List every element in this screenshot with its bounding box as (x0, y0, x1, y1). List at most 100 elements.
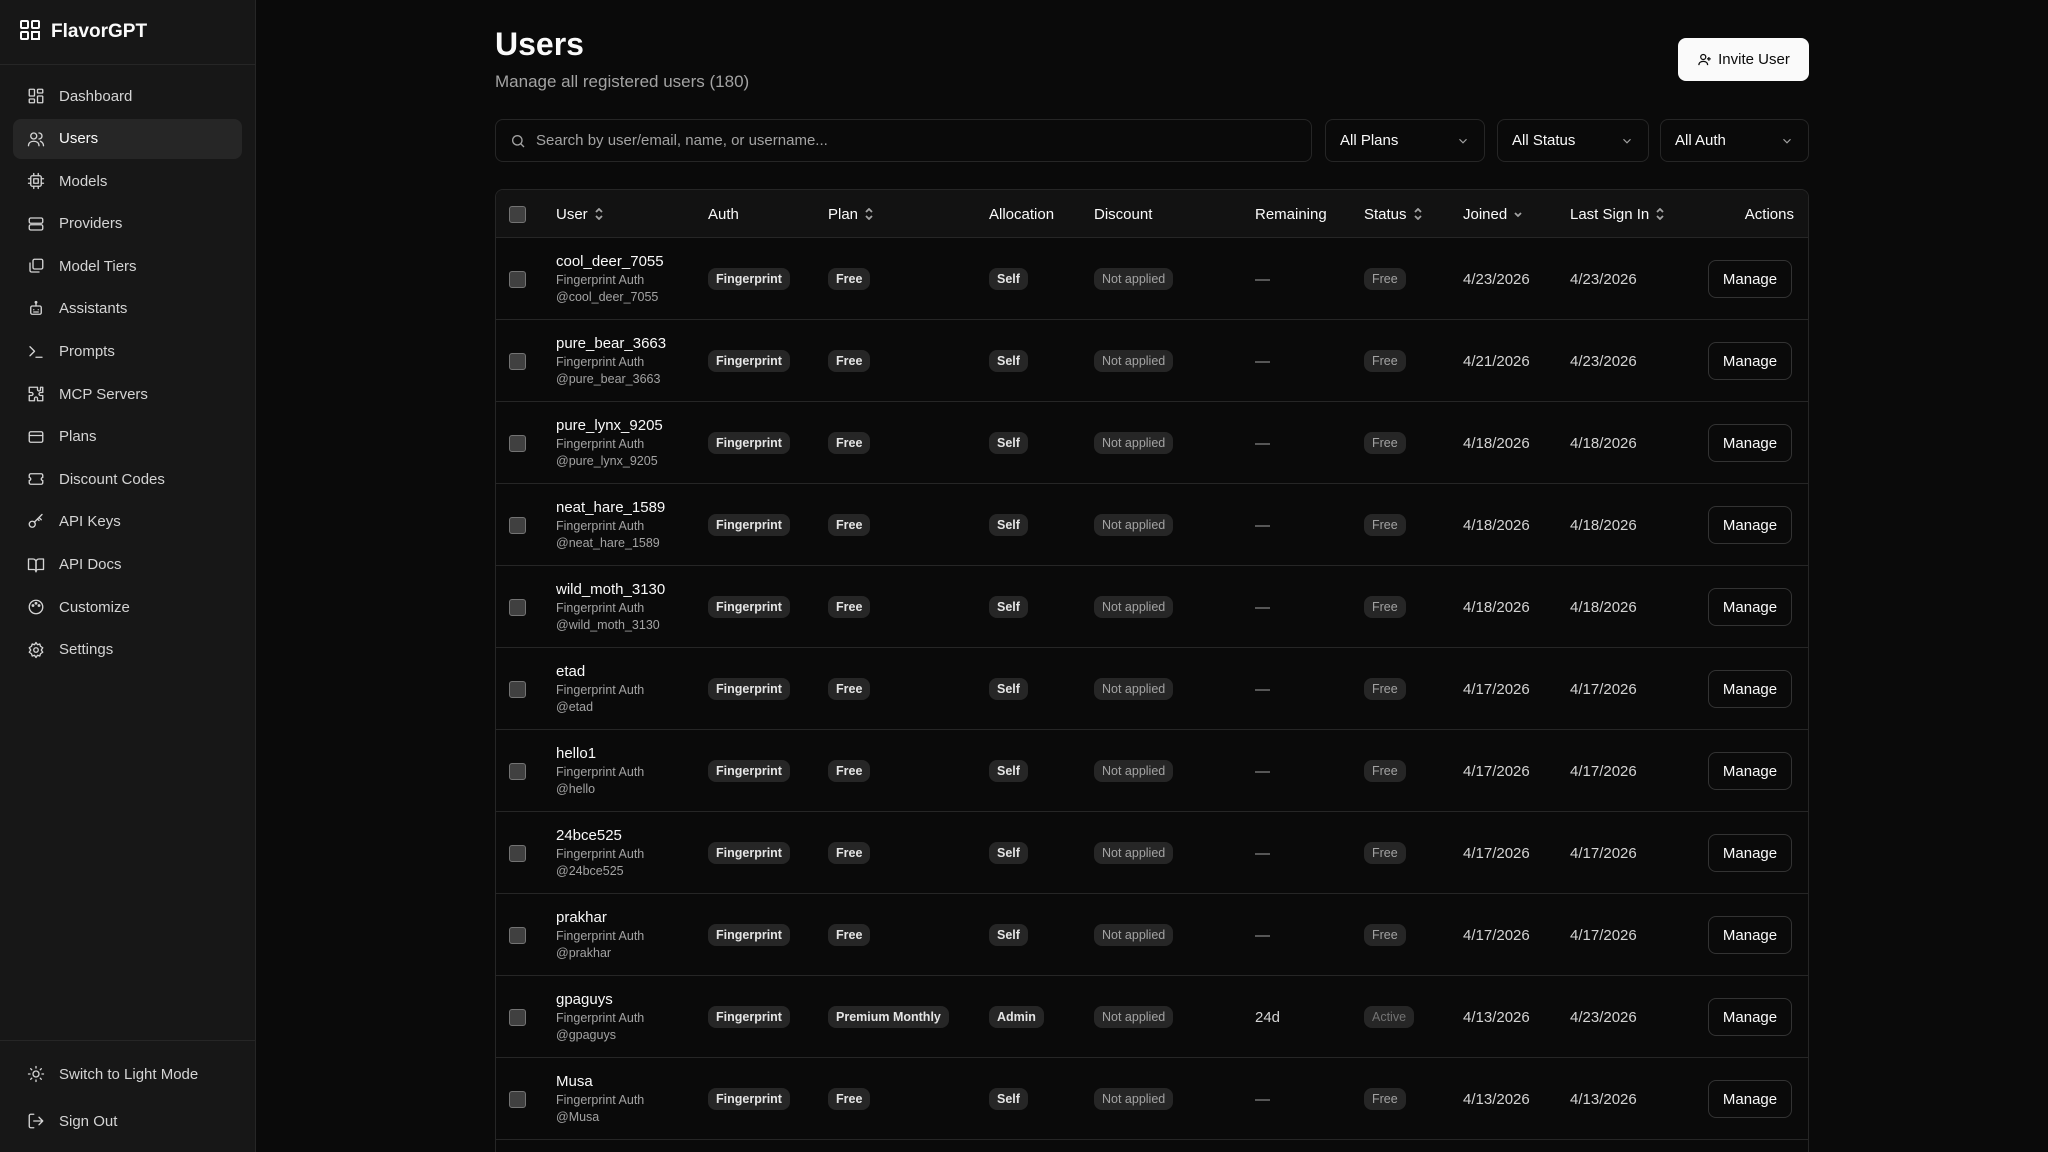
allocation-badge: Self (989, 268, 1028, 290)
header-last-sign-in[interactable]: Last Sign In (1570, 190, 1665, 238)
manage-button[interactable]: Manage (1708, 506, 1792, 544)
user-cell: etad Fingerprint Auth @etad (556, 648, 644, 730)
header-status[interactable]: Status (1364, 190, 1423, 238)
manage-button[interactable]: Manage (1708, 834, 1792, 872)
row-checkbox[interactable] (509, 434, 526, 452)
table-row: cool_deer_7055 Fingerprint Auth @cool_deer… (496, 238, 1808, 320)
manage-button[interactable]: Manage (1708, 916, 1792, 954)
ticket-icon (28, 473, 44, 486)
table-body: cool_deer_7055 Fingerprint Auth @cool_deer… (496, 238, 1808, 1140)
remaining-cell: — (1255, 320, 1270, 402)
discount-badge: Not applied (1094, 1088, 1174, 1110)
manage-button[interactable]: Manage (1708, 260, 1792, 298)
user-cell: wild_moth_3130 Fingerprint Auth @wild_moth… (556, 566, 665, 648)
row-checkbox[interactable] (509, 1090, 526, 1108)
sidebar-item-customize[interactable]: Customize (13, 587, 242, 627)
user-auth-sub: Fingerprint Auth (556, 273, 645, 287)
remaining-cell: — (1255, 484, 1270, 566)
sidebar-item-model-tiers[interactable]: Model Tiers (13, 246, 242, 286)
header-user[interactable]: User (556, 190, 604, 238)
user-auth-sub: Fingerprint Auth (556, 929, 645, 943)
page-subtitle: Manage all registered users (180) (495, 72, 750, 91)
actions-cell: Manage (1708, 894, 1792, 976)
status-filter[interactable]: All Status (1497, 119, 1649, 162)
plans-filter[interactable]: All Plans (1325, 119, 1485, 162)
auth-filter[interactable]: All Auth (1660, 119, 1809, 162)
row-checkbox[interactable] (509, 762, 526, 780)
row-checkbox[interactable] (509, 598, 526, 616)
sidebar-item-models[interactable]: Models (13, 161, 242, 201)
header-joined[interactable]: Joined (1463, 190, 1523, 238)
manage-button[interactable]: Manage (1708, 670, 1792, 708)
last-sign-in-cell: 4/17/2026 (1570, 648, 1637, 730)
search-bar (495, 119, 1312, 162)
sidebar-item-assistants[interactable]: Assistants (13, 289, 242, 329)
sign-out-button[interactable]: Sign Out (13, 1099, 242, 1143)
plan-badge: Free (828, 1088, 871, 1110)
sidebar-item-dashboard[interactable]: Dashboard (13, 76, 242, 116)
status-cell: Free (1364, 1058, 1406, 1140)
row-checkbox[interactable] (509, 352, 526, 370)
search-input[interactable] (536, 132, 1296, 149)
header-auth-label: Auth (708, 205, 739, 223)
header-plan[interactable]: Plan (828, 190, 874, 238)
manage-button[interactable]: Manage (1708, 998, 1792, 1036)
remaining-value: 24d (1255, 1008, 1281, 1026)
remaining-cell: — (1255, 648, 1270, 730)
discount-cell: Not applied (1094, 730, 1174, 812)
discount-cell: Not applied (1094, 894, 1174, 976)
joined-cell: 4/23/2026 (1463, 238, 1530, 320)
status-badge: Free (1364, 924, 1406, 946)
select-all-checkbox[interactable] (509, 205, 526, 223)
user-cell: gpaguys Fingerprint Auth @gpaguys (556, 976, 644, 1058)
sidebar-item-providers[interactable]: Providers (13, 204, 242, 244)
theme-toggle-button[interactable]: Switch to Light Mode (13, 1052, 242, 1096)
header-allocation: Allocation (989, 190, 1054, 238)
discount-badge: Not applied (1094, 842, 1174, 864)
sidebar-item-users[interactable]: Users (13, 118, 242, 159)
user-auth-sub: Fingerprint Auth (556, 437, 645, 451)
sidebar-item-settings[interactable]: Settings (13, 630, 242, 670)
header-discount-label: Discount (1094, 205, 1153, 223)
manage-button[interactable]: Manage (1708, 424, 1792, 462)
sidebar-item-mcp-servers[interactable]: MCP Servers (13, 374, 242, 414)
allocation-badge: Self (989, 842, 1028, 864)
sidebar-item-plans[interactable]: Plans (13, 417, 242, 457)
row-checkbox[interactable] (509, 926, 526, 944)
row-select-cell (509, 730, 526, 812)
row-checkbox[interactable] (509, 844, 526, 862)
remaining-value: — (1255, 844, 1270, 862)
remaining-cell: — (1255, 1058, 1270, 1140)
sidebar-item-api-keys[interactable]: API Keys (13, 502, 242, 542)
last-sign-in-date: 4/17/2026 (1570, 926, 1637, 944)
sidebar-item-label: Customize (59, 598, 130, 616)
last-sign-in-date: 4/18/2026 (1570, 516, 1637, 534)
plan-badge: Free (828, 268, 871, 290)
manage-button[interactable]: Manage (1708, 1080, 1792, 1118)
invite-user-button[interactable]: Invite User (1678, 38, 1809, 81)
allocation-badge: Self (989, 1088, 1028, 1110)
manage-button[interactable]: Manage (1708, 588, 1792, 626)
brand[interactable]: FlavorGPT (0, 0, 255, 65)
sidebar-item-label: Models (59, 172, 108, 190)
actions-cell: Manage (1708, 648, 1792, 730)
credit-card-icon (28, 430, 44, 443)
sidebar-item-prompts[interactable]: Prompts (13, 332, 242, 372)
discount-cell: Not applied (1094, 648, 1174, 730)
row-checkbox[interactable] (509, 680, 526, 698)
sidebar-item-label: MCP Servers (59, 385, 148, 403)
manage-button[interactable]: Manage (1708, 752, 1792, 790)
user-handle: @cool_deer_7055 (556, 290, 659, 304)
row-checkbox[interactable] (509, 270, 526, 288)
sidebar-item-discount-codes[interactable]: Discount Codes (13, 459, 242, 499)
manage-button[interactable]: Manage (1708, 342, 1792, 380)
allocation-cell: Self (989, 648, 1028, 730)
auth-badge: Fingerprint (708, 514, 790, 536)
joined-cell: 4/18/2026 (1463, 484, 1530, 566)
row-checkbox[interactable] (509, 1008, 526, 1026)
actions-cell: Manage (1708, 976, 1792, 1058)
last-sign-in-date: 4/13/2026 (1570, 1090, 1637, 1108)
sidebar-item-api-docs[interactable]: API Docs (13, 545, 242, 585)
row-checkbox[interactable] (509, 516, 526, 534)
table-row: gpaguys Fingerprint Auth @gpaguys Fingerpri… (496, 976, 1808, 1058)
